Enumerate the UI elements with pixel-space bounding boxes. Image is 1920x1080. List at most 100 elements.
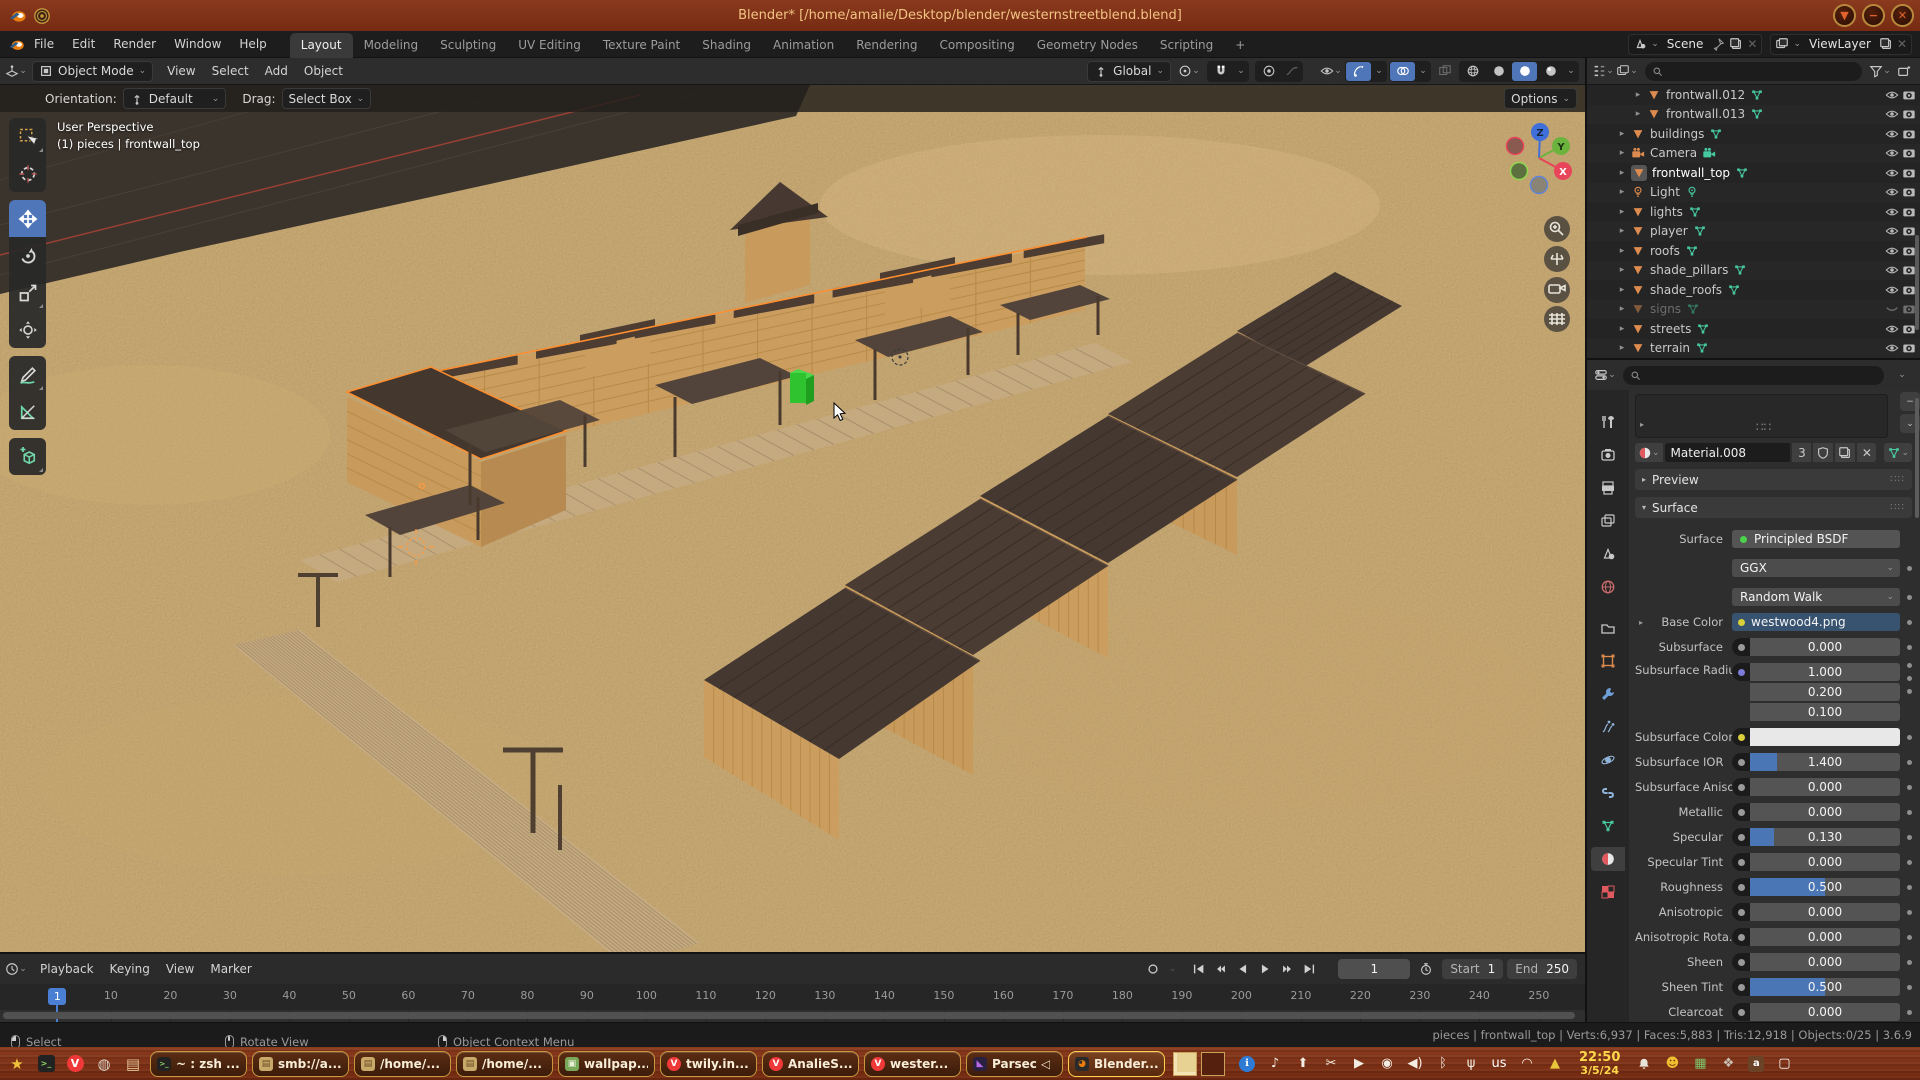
viewlayer-name[interactable]: ViewLayer bbox=[1805, 37, 1875, 51]
show-toggle[interactable] bbox=[1885, 224, 1899, 238]
show-toggle[interactable] bbox=[1885, 205, 1899, 219]
render-visibility-toggle[interactable] bbox=[1902, 302, 1916, 316]
scale-tool[interactable] bbox=[9, 274, 46, 311]
outliner-row[interactable]: ▸buildings bbox=[1587, 124, 1920, 144]
gizmos-dropdown[interactable]: ⌄ bbox=[1372, 62, 1386, 81]
properties-tab-tool[interactable] bbox=[1591, 410, 1625, 434]
tab-uv-editing[interactable]: UV Editing bbox=[507, 33, 592, 58]
socket-toggle[interactable] bbox=[1732, 928, 1750, 946]
copy-material-button[interactable] bbox=[1835, 443, 1855, 462]
viewlayer-selector[interactable]: ⌄ ViewLayer ✕ bbox=[1770, 34, 1912, 55]
launcher-file-drawer[interactable]: ▤ bbox=[121, 1052, 145, 1076]
link-material-dropdown[interactable]: ⌄ bbox=[1884, 443, 1912, 462]
value-field[interactable]: 0.200 bbox=[1750, 683, 1900, 701]
socket-toggle[interactable] bbox=[1732, 828, 1750, 846]
outliner-search-input[interactable] bbox=[1645, 62, 1862, 81]
move-tool[interactable] bbox=[9, 200, 46, 237]
properties-tab-particles[interactable] bbox=[1591, 715, 1625, 739]
transform-orientation-dropdown[interactable]: Global⌄ bbox=[1087, 61, 1171, 82]
timeline-menu-playback[interactable]: Playback bbox=[32, 962, 102, 976]
editor-type-button[interactable]: ⌄ bbox=[4, 61, 28, 82]
properties-tab-material[interactable] bbox=[1591, 847, 1625, 871]
socket-toggle[interactable] bbox=[1732, 1003, 1750, 1021]
tray-ghost-window-icon[interactable]: ▢ bbox=[1776, 1056, 1792, 1072]
value-slider[interactable]: 0.500 bbox=[1750, 978, 1900, 996]
disclosure-icon[interactable]: ▸ bbox=[1616, 246, 1628, 256]
close-button[interactable]: ✕ bbox=[1891, 4, 1914, 27]
menu-edit[interactable]: Edit bbox=[63, 37, 104, 51]
outliner-row[interactable]: ▸terrain bbox=[1587, 339, 1920, 359]
blender-menu-icon[interactable] bbox=[8, 36, 25, 53]
tray-cut-icon[interactable]: ✂ bbox=[1323, 1056, 1339, 1072]
proportional-falloff-dropdown[interactable] bbox=[1282, 62, 1302, 81]
value-slider[interactable]: 0.000 bbox=[1750, 953, 1900, 971]
render-visibility-toggle[interactable] bbox=[1902, 88, 1916, 102]
socket-toggle[interactable] bbox=[1732, 878, 1750, 896]
3d-viewport[interactable]: Orientation: Default⌄ Drag: Select Box⌄ … bbox=[0, 85, 1585, 952]
value-slider[interactable]: 0.000 bbox=[1750, 928, 1900, 946]
disclosure-icon[interactable]: ▸ bbox=[1616, 343, 1628, 353]
viewport-menu-view[interactable]: View bbox=[159, 64, 203, 78]
timeline-ruler[interactable]: 1020304050607080901001101201301401501601… bbox=[0, 984, 1585, 1010]
launcher-media-sphere[interactable]: ◍ bbox=[92, 1052, 116, 1076]
surface-shader-field[interactable]: Principled BSDF bbox=[1732, 530, 1900, 548]
outliner-item-name[interactable]: lights bbox=[1648, 205, 1685, 219]
render-visibility-toggle[interactable] bbox=[1902, 244, 1916, 258]
value-slider[interactable]: 0.130 bbox=[1750, 828, 1900, 846]
render-visibility-toggle[interactable] bbox=[1902, 283, 1916, 297]
socket-toggle[interactable] bbox=[1732, 638, 1750, 656]
workspace-pager[interactable] bbox=[1173, 1052, 1225, 1076]
value-slider[interactable]: 0.000 bbox=[1750, 803, 1900, 821]
property-dropdown[interactable]: Random Walk⌄ bbox=[1732, 588, 1900, 606]
tab-geometry-nodes[interactable]: Geometry Nodes bbox=[1026, 33, 1149, 58]
tray-wifi-icon[interactable]: ◠ bbox=[1519, 1056, 1535, 1072]
outliner-row[interactable]: ▸streets bbox=[1587, 319, 1920, 339]
taskbar-window-analies-[interactable]: VAnalieS... bbox=[762, 1051, 859, 1077]
scene-selector[interactable]: ⌄ Scene ✕ bbox=[1628, 34, 1762, 55]
outliner-filter-dropdown[interactable]: ⌄ bbox=[1868, 61, 1892, 82]
outliner-row[interactable]: ▸frontwall_top bbox=[1587, 163, 1920, 183]
show-toggle[interactable] bbox=[1885, 166, 1899, 180]
menu-file[interactable]: File bbox=[25, 37, 63, 51]
viewport-menu-select[interactable]: Select bbox=[204, 64, 257, 78]
material-slot-list[interactable]: ▸∷∷ bbox=[1635, 394, 1888, 438]
shading-solid-button[interactable] bbox=[1486, 62, 1511, 81]
properties-tab-texture[interactable] bbox=[1591, 880, 1625, 904]
tab-scripting[interactable]: Scripting bbox=[1149, 33, 1224, 58]
expander-icon[interactable]: ▸ bbox=[1639, 618, 1643, 627]
render-visibility-toggle[interactable] bbox=[1902, 205, 1916, 219]
fake-user-button[interactable] bbox=[1813, 443, 1833, 462]
properties-tab-physics[interactable] bbox=[1591, 748, 1625, 772]
outliner-row[interactable]: ▸frontwall.013 bbox=[1587, 105, 1920, 125]
socket-toggle[interactable] bbox=[1732, 978, 1750, 996]
value-slider[interactable]: 0.000 bbox=[1750, 853, 1900, 871]
properties-tab-view-layer[interactable] bbox=[1591, 509, 1625, 533]
tray-play-icon[interactable]: ▶ bbox=[1351, 1056, 1367, 1072]
navigation-gizmo[interactable]: Z Y X bbox=[1499, 113, 1579, 403]
properties-tab-output[interactable] bbox=[1591, 476, 1625, 500]
viewport-menu-object[interactable]: Object bbox=[296, 64, 351, 78]
viewport-menu-add[interactable]: Add bbox=[257, 64, 296, 78]
socket-toggle[interactable] bbox=[1732, 953, 1750, 971]
show-toggle[interactable] bbox=[1885, 263, 1899, 277]
next-keyframe-button[interactable] bbox=[1276, 959, 1298, 979]
tray-usb-icon[interactable]: ψ bbox=[1463, 1056, 1479, 1072]
properties-tab-data[interactable] bbox=[1591, 814, 1625, 838]
disclosure-icon[interactable]: ▸ bbox=[1616, 187, 1628, 197]
new-scene-icon[interactable] bbox=[1729, 37, 1743, 51]
play-reverse-button[interactable] bbox=[1232, 959, 1254, 979]
socket-toggle[interactable] bbox=[1732, 663, 1750, 681]
pivot-point-dropdown[interactable]: ⌄ bbox=[1177, 61, 1201, 82]
render-visibility-toggle[interactable] bbox=[1902, 185, 1916, 199]
render-visibility-toggle[interactable] bbox=[1902, 341, 1916, 355]
timeline-menu-keying[interactable]: Keying bbox=[102, 962, 158, 976]
play-button[interactable] bbox=[1254, 959, 1276, 979]
taskbar-window--home-[interactable]: ▤/home/... bbox=[354, 1051, 451, 1077]
value-slider[interactable]: 0.000 bbox=[1750, 1003, 1900, 1021]
workspace-1[interactable] bbox=[1173, 1052, 1197, 1076]
outliner-item-name[interactable]: buildings bbox=[1648, 127, 1706, 141]
outliner-item-name[interactable]: signs bbox=[1648, 302, 1683, 316]
render-visibility-toggle[interactable] bbox=[1902, 224, 1916, 238]
jump-to-start-button[interactable] bbox=[1188, 959, 1210, 979]
tray-keyboard-layout-icon[interactable]: us bbox=[1491, 1056, 1507, 1072]
